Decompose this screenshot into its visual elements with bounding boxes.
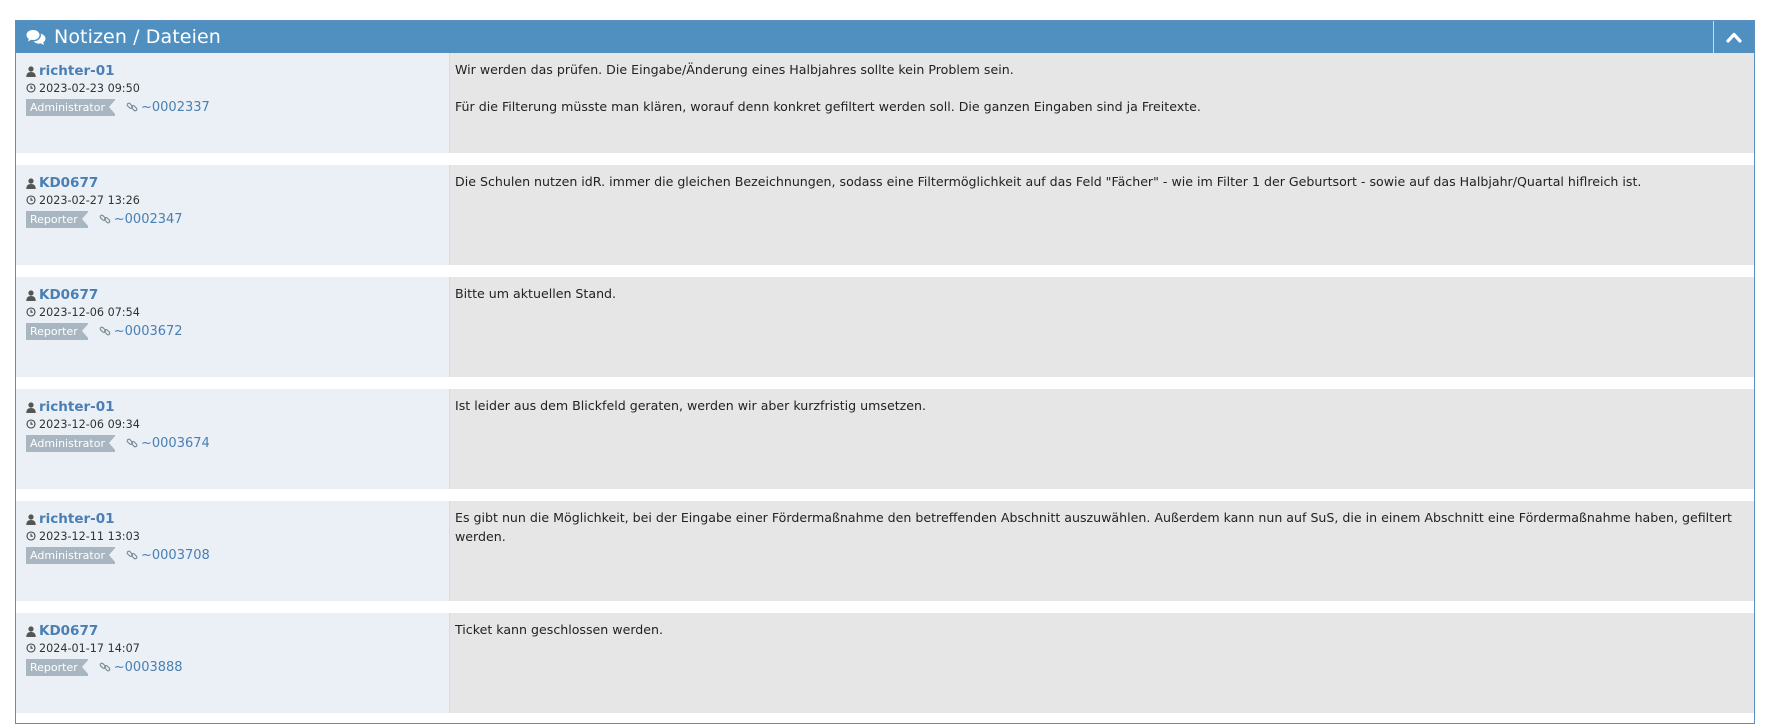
clock-icon <box>26 83 36 93</box>
user-link[interactable]: KD0677 <box>39 287 98 303</box>
note-paragraph: Ticket kann geschlossen werden. <box>455 622 664 637</box>
note-entry: richter-01 2023-12-11 13:03 Administrato… <box>16 501 1754 601</box>
note-permalink[interactable]: ~0002347 <box>99 212 183 227</box>
clock-icon <box>26 531 36 541</box>
link-icon <box>126 550 138 560</box>
user-icon <box>26 177 36 189</box>
note-paragraph: Bitte um aktuellen Stand. <box>455 286 617 301</box>
note-id: ~0003674 <box>141 435 210 451</box>
timestamp-text: 2023-12-06 07:54 <box>39 305 140 319</box>
link-icon <box>99 214 111 224</box>
user-icon <box>26 401 36 413</box>
note-permalink[interactable]: ~0002337 <box>126 100 210 115</box>
role-badge: Reporter <box>26 210 89 228</box>
note-permalink[interactable]: ~0003708 <box>126 548 210 563</box>
note-meta: KD0677 2023-02-27 13:26 Reporter ~000234… <box>16 165 450 265</box>
timestamp-text: 2023-12-11 13:03 <box>39 529 140 543</box>
note-timestamp: 2023-12-06 07:54 <box>26 304 449 320</box>
note-entry: KD0677 2024-01-17 14:07 Reporter ~000388… <box>16 613 1754 713</box>
role-badge: Administrator <box>26 98 116 116</box>
note-entry: KD0677 2023-02-27 13:26 Reporter ~000234… <box>16 165 1754 265</box>
note-timestamp: 2023-02-27 13:26 <box>26 192 449 208</box>
note-entry: KD0677 2023-12-06 07:54 Reporter ~000367… <box>16 277 1754 377</box>
note-id: ~0003708 <box>141 547 210 563</box>
note-text: Ist leider aus dem Blickfeld geraten, we… <box>450 389 1754 489</box>
note-timestamp: 2023-12-06 09:34 <box>26 416 449 432</box>
notes-list: richter-01 2023-02-23 09:50 Administrato… <box>16 53 1754 713</box>
chevron-up-icon <box>1726 32 1742 43</box>
note-timestamp: 2023-12-11 13:03 <box>26 528 449 544</box>
link-icon <box>99 326 111 336</box>
role-badge: Administrator <box>26 546 116 564</box>
user-icon <box>26 625 36 637</box>
role-badge: Reporter <box>26 322 89 340</box>
user-link[interactable]: richter-01 <box>39 511 115 527</box>
note-paragraph: Wir werden das prüfen. Die Eingabe/Änder… <box>455 62 1014 77</box>
note-text: Es gibt nun die Möglichkeit, bei der Ein… <box>450 501 1754 601</box>
note-timestamp: 2023-02-23 09:50 <box>26 80 449 96</box>
comments-icon <box>26 27 46 47</box>
note-text: Die Schulen nutzen idR. immer die gleich… <box>450 165 1754 265</box>
panel-title: Notizen / Dateien <box>54 26 221 48</box>
clock-icon <box>26 643 36 653</box>
timestamp-text: 2023-02-23 09:50 <box>39 81 140 95</box>
user-icon <box>26 513 36 525</box>
note-permalink[interactable]: ~0003672 <box>99 324 183 339</box>
user-link[interactable]: KD0677 <box>39 623 98 639</box>
note-paragraph: Die Schulen nutzen idR. immer die gleich… <box>455 174 1642 189</box>
note-paragraph: Für die Filterung müsste man klären, wor… <box>455 99 1201 114</box>
note-meta: KD0677 2024-01-17 14:07 Reporter ~000388… <box>16 613 450 713</box>
note-meta: richter-01 2023-12-11 13:03 Administrato… <box>16 501 450 601</box>
note-meta: KD0677 2023-12-06 07:54 Reporter ~000367… <box>16 277 450 377</box>
note-entry: richter-01 2023-12-06 09:34 Administrato… <box>16 389 1754 489</box>
user-icon <box>26 289 36 301</box>
user-link[interactable]: richter-01 <box>39 63 115 79</box>
note-id: ~0003888 <box>113 659 183 675</box>
notes-panel: Notizen / Dateien richter-01 2023-02-23 … <box>15 20 1755 724</box>
clock-icon <box>26 419 36 429</box>
note-permalink[interactable]: ~0003888 <box>99 660 183 675</box>
note-meta: richter-01 2023-02-23 09:50 Administrato… <box>16 53 450 153</box>
link-icon <box>126 438 138 448</box>
note-text: Bitte um aktuellen Stand. <box>450 277 1754 377</box>
note-text: Wir werden das prüfen. Die Eingabe/Änder… <box>450 53 1754 153</box>
note-paragraph: Es gibt nun die Möglichkeit, bei der Ein… <box>455 510 1732 544</box>
clock-icon <box>26 195 36 205</box>
panel-header: Notizen / Dateien <box>16 21 1754 53</box>
note-paragraph: Ist leider aus dem Blickfeld geraten, we… <box>455 398 926 413</box>
timestamp-text: 2024-01-17 14:07 <box>39 641 140 655</box>
note-entry: richter-01 2023-02-23 09:50 Administrato… <box>16 53 1754 153</box>
role-badge: Administrator <box>26 434 116 452</box>
timestamp-text: 2023-12-06 09:34 <box>39 417 140 431</box>
user-link[interactable]: KD0677 <box>39 175 98 191</box>
note-timestamp: 2024-01-17 14:07 <box>26 640 449 656</box>
link-icon <box>99 662 111 672</box>
link-icon <box>126 102 138 112</box>
collapse-button[interactable] <box>1713 21 1754 53</box>
note-id: ~0003672 <box>113 323 183 339</box>
note-id: ~0002347 <box>113 211 183 227</box>
note-meta: richter-01 2023-12-06 09:34 Administrato… <box>16 389 450 489</box>
note-id: ~0002337 <box>141 99 210 115</box>
role-badge: Reporter <box>26 658 89 676</box>
note-permalink[interactable]: ~0003674 <box>126 436 210 451</box>
user-icon <box>26 65 36 77</box>
timestamp-text: 2023-02-27 13:26 <box>39 193 140 207</box>
clock-icon <box>26 307 36 317</box>
user-link[interactable]: richter-01 <box>39 399 115 415</box>
note-text: Ticket kann geschlossen werden. <box>450 613 1754 713</box>
